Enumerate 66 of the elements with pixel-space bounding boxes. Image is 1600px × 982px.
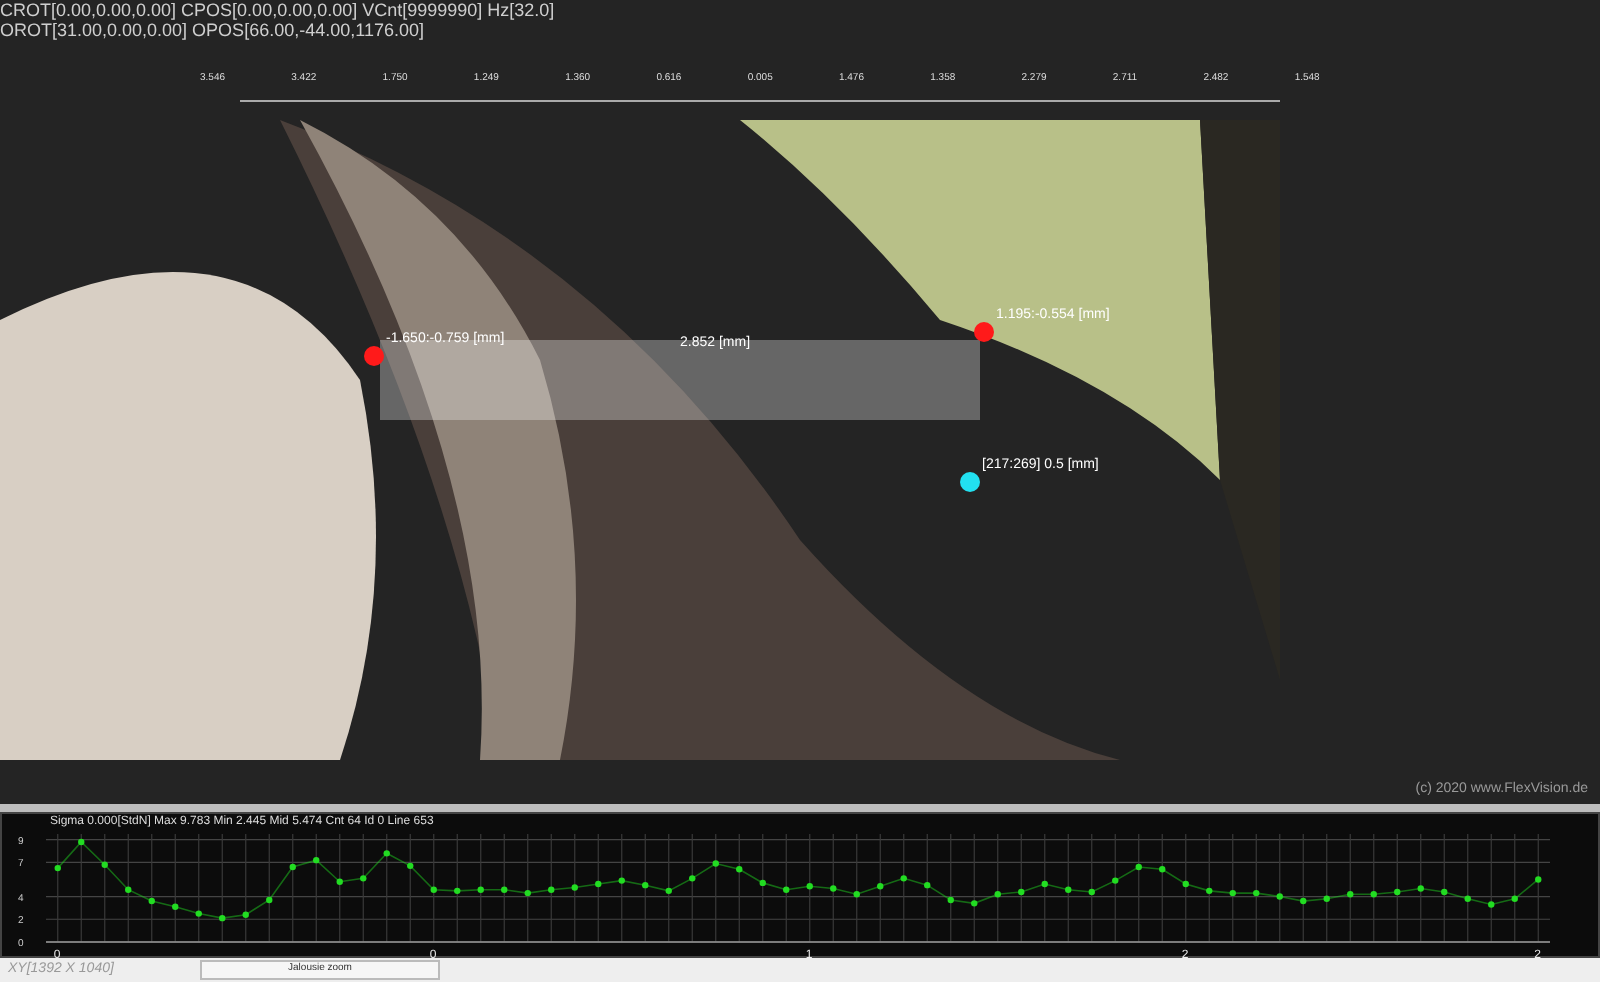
data-point <box>806 883 813 890</box>
data-point <box>1300 897 1307 905</box>
data-point <box>1417 885 1424 892</box>
data-point <box>477 886 484 893</box>
data-point <box>571 884 578 891</box>
data-point <box>313 856 320 864</box>
data-point <box>853 891 860 898</box>
camera-info-text: OROT[31.00,0.00,0.00] OPOS[66.00,-44.00,1176.00] <box>0 20 426 40</box>
data-point <box>1041 880 1048 888</box>
data-point <box>994 891 1001 898</box>
data-point <box>383 850 390 857</box>
data-point <box>54 864 61 872</box>
data-point <box>1276 893 1283 900</box>
camera-info-text: CROT[0.00,0.00,0.00] CPOS[0.00,0.00,0.00] VCnt[9999990] Hz[32.0] <box>0 0 555 20</box>
data-point <box>595 880 602 888</box>
data-point <box>947 896 954 904</box>
data-point <box>1464 895 1471 902</box>
data-point <box>242 911 249 918</box>
data-point <box>148 897 155 905</box>
data-point <box>289 863 296 871</box>
data-point <box>501 886 508 893</box>
data-point <box>665 887 672 895</box>
data-point <box>783 886 790 893</box>
data-point <box>1088 888 1095 896</box>
data-point <box>548 886 555 893</box>
data-point <box>1370 891 1377 898</box>
data-point <box>1206 887 1213 895</box>
data-point <box>1065 886 1072 893</box>
data-point <box>125 886 132 893</box>
data-point <box>1159 866 1166 873</box>
data-point <box>618 877 625 884</box>
data-point <box>900 875 907 882</box>
data-point <box>195 910 202 917</box>
data-point <box>1488 901 1495 908</box>
data-point <box>642 881 649 889</box>
data-point <box>1535 876 1542 883</box>
data-point <box>1135 863 1142 871</box>
data-point <box>736 866 743 873</box>
data-point <box>172 903 179 910</box>
data-point <box>360 875 367 882</box>
data-point <box>759 879 766 887</box>
data-point <box>407 862 414 870</box>
data-point <box>924 881 931 889</box>
data-point <box>430 886 437 893</box>
data-point <box>336 878 343 885</box>
data-point <box>219 914 226 922</box>
data-point <box>971 900 978 907</box>
data-point <box>524 889 531 897</box>
data-point <box>877 883 884 890</box>
data-point <box>101 861 108 868</box>
data-point <box>454 887 461 895</box>
data-point <box>830 885 837 892</box>
data-point <box>689 875 696 882</box>
data-point <box>712 860 719 867</box>
data-point <box>1441 888 1448 896</box>
data-point <box>1018 888 1025 896</box>
data-point <box>1229 889 1236 897</box>
data-point <box>266 896 273 904</box>
data-point <box>1323 895 1330 902</box>
data-point <box>1394 888 1401 896</box>
data-point <box>78 838 85 846</box>
data-point <box>1347 891 1354 898</box>
data-point <box>1182 880 1189 888</box>
data-point <box>1112 877 1119 884</box>
data-point <box>1253 889 1260 897</box>
data-point <box>1511 895 1518 902</box>
